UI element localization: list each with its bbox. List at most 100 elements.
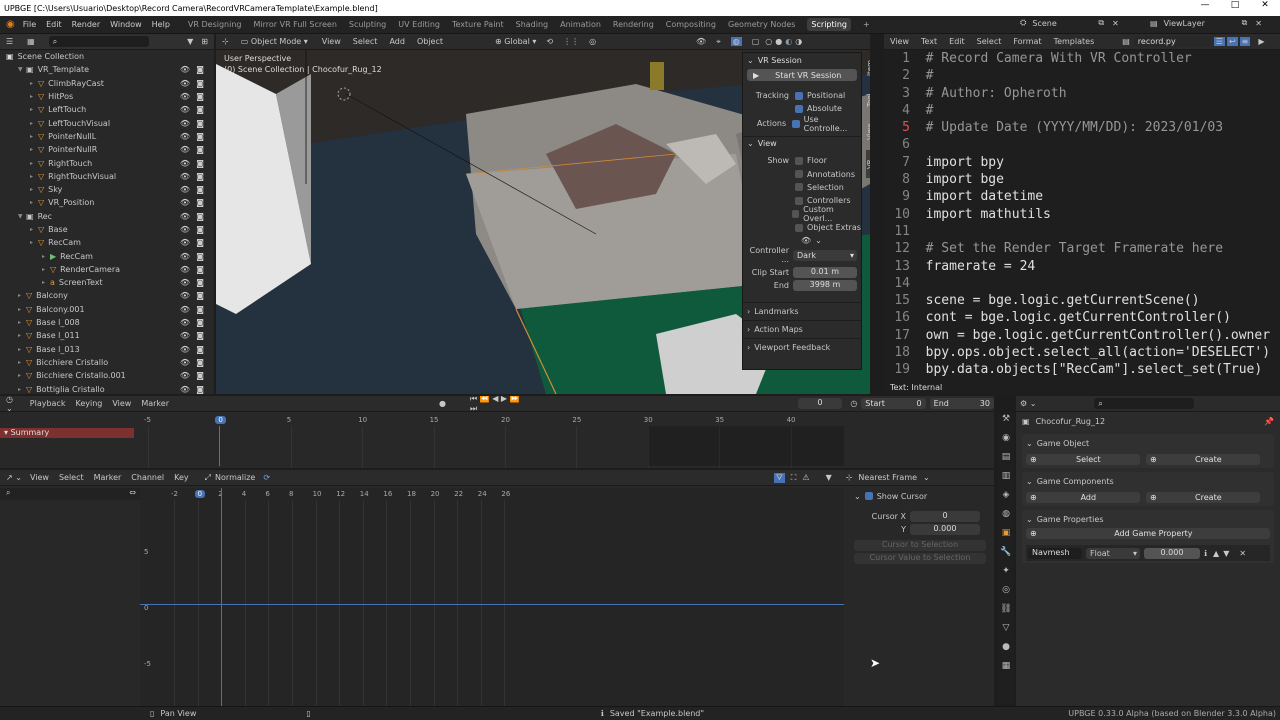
- visibility-eye-icon[interactable]: 👁: [180, 331, 190, 340]
- only-selected-icon[interactable]: ⛛: [774, 472, 785, 483]
- create-game-object-button[interactable]: ⊕ Create: [1146, 453, 1260, 465]
- code-line[interactable]: 11: [884, 223, 1280, 240]
- gizmo-icon[interactable]: ⌖: [716, 37, 721, 47]
- expand-arrow-icon[interactable]: ▸: [18, 292, 26, 299]
- record-icon[interactable]: ●: [439, 399, 446, 408]
- graph-menu-select[interactable]: Select: [59, 473, 84, 482]
- visibility-eye-icon[interactable]: 👁: [180, 358, 190, 367]
- transform-orientation[interactable]: ⊕ Global ▾: [495, 37, 536, 46]
- workspace-tab-vr-designing[interactable]: VR Designing: [188, 20, 242, 29]
- visibility-eye-icon[interactable]: 👁: [180, 385, 190, 394]
- shading-solid-icon[interactable]: ●: [775, 37, 782, 46]
- outliner-row[interactable]: ▸ a ScreenText 👁 ◙: [0, 276, 214, 289]
- render-tab-icon[interactable]: ◉: [998, 433, 1014, 452]
- expand-arrow-icon[interactable]: ▸: [30, 120, 38, 127]
- viewport-menu-add[interactable]: Add: [389, 37, 405, 46]
- overlay-icon[interactable]: ◍: [730, 37, 742, 46]
- use-controllers-checkbox[interactable]: [792, 119, 800, 128]
- visibility-eye-icon[interactable]: 👁: [180, 79, 190, 88]
- property-type-select[interactable]: Float ▾: [1086, 547, 1140, 559]
- sidebar-tab-item[interactable]: Item: [866, 54, 870, 82]
- visibility-eye-icon[interactable]: 👁: [180, 252, 190, 261]
- menu-window[interactable]: Window: [110, 20, 142, 29]
- tool-tab-icon[interactable]: ⚒: [998, 414, 1014, 433]
- pin-icon[interactable]: 📌: [1264, 417, 1274, 426]
- sidebar-tab-vr[interactable]: VR: [866, 150, 870, 178]
- visibility-eye-icon[interactable]: 👁: [180, 105, 190, 114]
- expand-arrow-icon[interactable]: ▸: [42, 279, 50, 286]
- workspace-tab-mirror-vr-full-screen[interactable]: Mirror VR Full Screen: [253, 20, 336, 29]
- visibility-eye-icon[interactable]: 👁: [180, 212, 190, 221]
- visibility-eye-icon[interactable]: 👁: [180, 305, 190, 314]
- data-tab-icon[interactable]: ▽: [998, 623, 1014, 642]
- workspace-tab-sculpting[interactable]: Sculpting: [349, 20, 386, 29]
- outliner-row[interactable]: ▸ ▽ Bicchiere Cristallo.001 👁 ◙: [0, 369, 214, 382]
- preview-range-icon[interactable]: ◷: [850, 399, 857, 408]
- outliner-row[interactable]: ▸ ▽ RenderCamera 👁 ◙: [0, 263, 214, 276]
- sidebar-tab-tool[interactable]: Tool: [866, 86, 870, 114]
- section-action-maps[interactable]: › Action Maps: [743, 320, 861, 338]
- view-section[interactable]: ⌄ View: [743, 136, 861, 150]
- timeline-menu-playback[interactable]: Playback: [30, 399, 66, 408]
- outliner-root[interactable]: ▣ Scene Collection: [0, 50, 214, 63]
- code-line[interactable]: 14: [884, 275, 1280, 292]
- text-menu-view[interactable]: View: [890, 37, 909, 46]
- outliner-row[interactable]: ▸ ▽ Balcony 👁 ◙: [0, 289, 214, 302]
- scene-selector[interactable]: ⛭ Scene ⧉ ✕: [1020, 18, 1119, 28]
- render-camera-icon[interactable]: ◙: [196, 331, 204, 340]
- move-up-icon[interactable]: ▲: [1213, 549, 1219, 558]
- show-floor-checkbox[interactable]: [795, 156, 803, 165]
- timeline-menu-keying[interactable]: Keying: [75, 399, 102, 408]
- outliner-row[interactable]: ▸ ▽ Base l_011 👁 ◙: [0, 329, 214, 342]
- expand-arrow-icon[interactable]: ▸: [30, 160, 38, 167]
- clip-start-field[interactable]: 0.01 m: [793, 267, 857, 279]
- cursor-to-selection-button[interactable]: Cursor to Selection: [854, 540, 986, 551]
- expand-arrow-icon[interactable]: ▸: [30, 239, 38, 246]
- outliner-row[interactable]: ▸ ▽ Bottiglia Cristallo 👁 ◙: [0, 382, 214, 394]
- filter-icon[interactable]: ⇔: [129, 488, 136, 497]
- outliner-row[interactable]: ▼ ▣ Rec 👁 ◙: [0, 210, 214, 223]
- xray-icon[interactable]: ▢: [752, 37, 760, 46]
- visibility-eye-icon[interactable]: 👁: [180, 225, 190, 234]
- expand-arrow-icon[interactable]: ▸: [30, 93, 38, 100]
- modifiers-tab-icon[interactable]: 🔧: [998, 547, 1014, 566]
- show-customoverl-checkbox[interactable]: [791, 210, 800, 219]
- expand-arrow-icon[interactable]: ▼: [18, 213, 26, 220]
- add-game-property-button[interactable]: ⊕ Add Game Property: [1026, 528, 1270, 539]
- world-tab-icon[interactable]: ◍: [998, 509, 1014, 528]
- workspace-tab-animation[interactable]: Animation: [560, 20, 601, 29]
- word-wrap-icon[interactable]: ↩: [1226, 37, 1238, 46]
- visibility-eye-icon[interactable]: 👁: [180, 278, 190, 287]
- graph-editor[interactable]: ↗ ⌄ View Select Marker Channel Key ⤢ Normaliz…: [0, 470, 994, 706]
- text-menu-text[interactable]: Text: [921, 37, 937, 46]
- vr-session-section[interactable]: ⌄ VR Session: [743, 53, 861, 67]
- outliner-row[interactable]: ▸ ▽ LeftTouchVisual 👁 ◙: [0, 116, 214, 129]
- outliner-row[interactable]: ▸ ▽ Base l_013 👁 ◙: [0, 343, 214, 356]
- render-camera-icon[interactable]: ◙: [196, 358, 204, 367]
- render-camera-icon[interactable]: ◙: [196, 172, 204, 181]
- outliner-row[interactable]: ▸ ▽ ClimbRayCast 👁 ◙: [0, 77, 214, 90]
- render-camera-icon[interactable]: ◙: [196, 225, 204, 234]
- editor-type-icon[interactable]: ◷ ⌄: [6, 396, 22, 413]
- outliner-row[interactable]: ▸ ▽ Base 👁 ◙: [0, 223, 214, 236]
- playhead-line[interactable]: [219, 426, 220, 466]
- physics-tab-icon[interactable]: ◎: [998, 585, 1014, 604]
- shading-rendered-icon[interactable]: ◑: [795, 37, 802, 46]
- code-line[interactable]: 1 # Record Camera With VR Controller: [884, 50, 1280, 67]
- timeline-menu-view[interactable]: View: [112, 399, 131, 408]
- game-properties-section[interactable]: ⌄ Game Properties: [1026, 512, 1270, 526]
- visibility-eye-icon[interactable]: 👁: [180, 145, 190, 154]
- code-line[interactable]: 10 import mathutils: [884, 206, 1280, 223]
- expand-arrow-icon[interactable]: ▼: [18, 66, 26, 73]
- visibility-eye-icon[interactable]: 👁: [180, 159, 190, 168]
- code-line[interactable]: 2 #: [884, 67, 1280, 84]
- expand-arrow-icon[interactable]: ▸: [30, 133, 38, 140]
- render-camera-icon[interactable]: ◙: [196, 119, 204, 128]
- expand-arrow-icon[interactable]: ▸: [42, 253, 50, 260]
- material-tab-icon[interactable]: ●: [998, 642, 1014, 661]
- graph-menu-channel[interactable]: Channel: [131, 473, 164, 482]
- outliner-row[interactable]: ▸ ▽ RightTouchVisual 👁 ◙: [0, 170, 214, 183]
- proportional-edit-icon[interactable]: ◎: [589, 37, 596, 46]
- workspace-tab-compositing[interactable]: Compositing: [666, 20, 716, 29]
- render-camera-icon[interactable]: ◙: [196, 385, 204, 394]
